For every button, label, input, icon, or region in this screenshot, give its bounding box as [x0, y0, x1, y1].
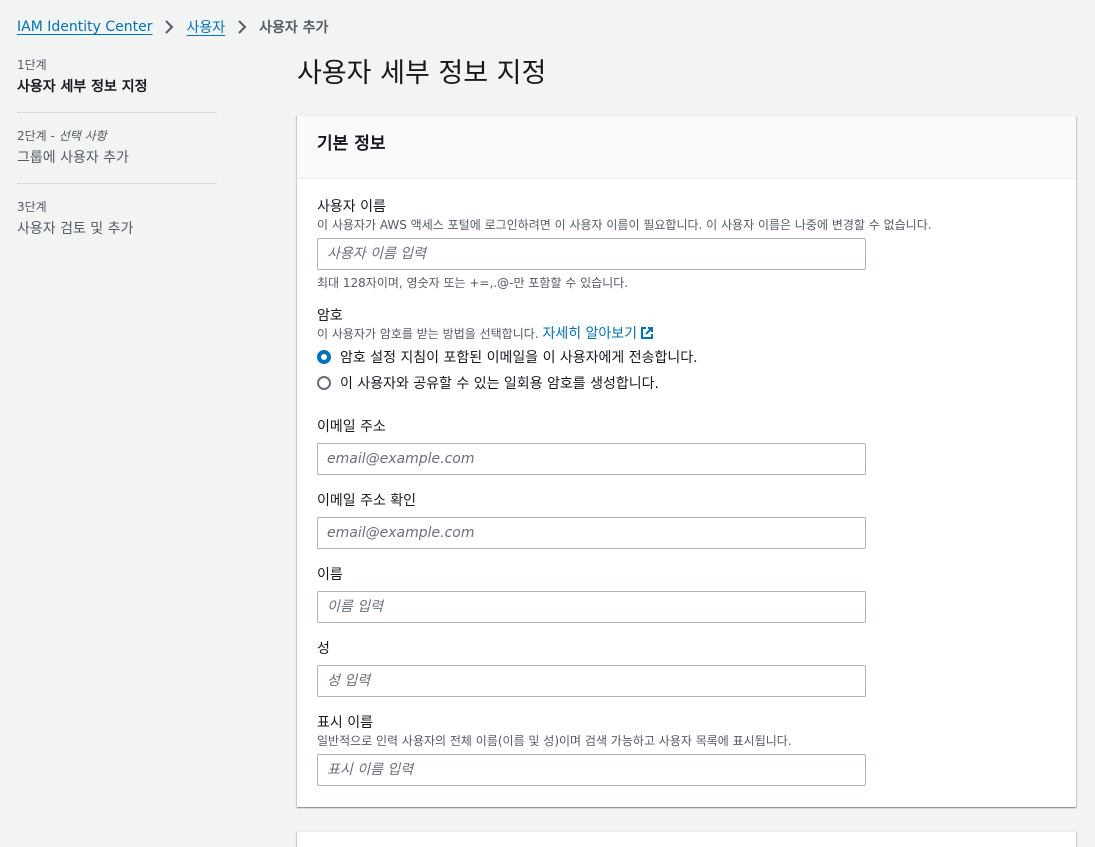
chevron-right-icon — [152, 19, 186, 35]
username-description: 이 사용자가 AWS 액세스 포털에 로그인하려면 이 사용자 이름이 필요합니… — [317, 218, 932, 232]
page: IAM Identity Center 사용자 사용자 추가 1단계 사용자 세… — [0, 0, 1095, 847]
breadcrumb-link-users[interactable]: 사용자 — [186, 17, 225, 37]
wizard-step-3[interactable]: 3단계 사용자 검토 및 추가 — [17, 183, 217, 254]
section-title: 기본 정보 — [317, 134, 386, 154]
password-label: 암호 — [317, 308, 343, 324]
radio-button-unchecked[interactable] — [317, 376, 331, 390]
step-title: 사용자 세부 정보 지정 — [17, 79, 148, 95]
email-label: 이메일 주소 — [317, 419, 386, 435]
password-option-one-time[interactable]: 이 사용자와 공유할 수 있는 일회용 암호를 생성합니다. — [317, 370, 1017, 396]
username-label: 사용자 이름 — [317, 199, 386, 215]
display-name-input[interactable] — [317, 754, 866, 786]
email-confirm-input[interactable] — [317, 517, 866, 549]
wizard-step-1: 1단계 사용자 세부 정보 지정 — [17, 56, 217, 112]
username-input[interactable] — [317, 238, 866, 270]
container-header: 기본 정보 — [297, 116, 1076, 179]
chevron-right-icon — [225, 19, 259, 35]
external-link-icon — [641, 327, 654, 339]
step-title: 사용자 검토 및 추가 — [17, 221, 134, 237]
display-name-label: 표시 이름 — [317, 715, 373, 731]
email-input[interactable] — [317, 443, 866, 475]
email-field: 이메일 주소 — [317, 417, 1017, 475]
first-name-field: 이름 — [317, 565, 1017, 623]
breadcrumb: IAM Identity Center 사용자 사용자 추가 — [17, 15, 328, 39]
password-radio-group: 암호 설정 지침이 포함된 이메일을 이 사용자에게 전송합니다. 이 사용자와… — [317, 344, 1017, 396]
first-name-label: 이름 — [317, 567, 343, 583]
basic-info-container: 기본 정보 사용자 이름 이 사용자가 AWS 액세스 포털에 로그인하려면 이… — [297, 115, 1076, 807]
username-constraint: 최대 128자이며, 영숫자 또는 +=,.@-만 포함할 수 있습니다. — [317, 276, 629, 290]
page-title: 사용자 세부 정보 지정 — [297, 58, 547, 89]
step-number: 2단계 - 선택 사항 — [17, 129, 107, 143]
email-confirm-field: 이메일 주소 확인 — [317, 491, 1017, 549]
display-name-field: 표시 이름 일반적으로 인력 사용자의 전체 이름(이름 및 성)이며 검색 가… — [317, 713, 1017, 786]
learn-more-link[interactable]: 자세히 알아보기 — [542, 326, 654, 342]
password-description: 이 사용자가 암호를 받는 방법을 선택합니다. 자세히 알아보기 — [317, 326, 1017, 342]
wizard-steps: 1단계 사용자 세부 정보 지정 2단계 - 선택 사항 그룹에 사용자 추가 … — [17, 56, 217, 254]
step-optional-label: 선택 사항 — [58, 129, 107, 143]
password-field: 암호 이 사용자가 암호를 받는 방법을 선택합니다. 자세히 알아보기 암호 … — [317, 306, 1017, 396]
username-field: 사용자 이름 이 사용자가 AWS 액세스 포털에 로그인하려면 이 사용자 이… — [317, 197, 1017, 291]
breadcrumb-current: 사용자 추가 — [259, 20, 329, 36]
last-name-label: 성 — [317, 641, 330, 657]
last-name-input[interactable] — [317, 665, 866, 697]
breadcrumb-link-iam-identity-center[interactable]: IAM Identity Center — [17, 19, 152, 35]
email-confirm-label: 이메일 주소 확인 — [317, 493, 417, 509]
step-number: 1단계 — [17, 58, 47, 72]
next-container — [297, 831, 1076, 847]
last-name-field: 성 — [317, 639, 1017, 697]
wizard-step-2[interactable]: 2단계 - 선택 사항 그룹에 사용자 추가 — [17, 112, 217, 183]
step-number: 3단계 — [17, 200, 47, 214]
step-title: 그룹에 사용자 추가 — [17, 150, 129, 166]
first-name-input[interactable] — [317, 591, 866, 623]
radio-button-checked[interactable] — [317, 350, 331, 364]
display-name-description: 일반적으로 인력 사용자의 전체 이름(이름 및 성)이며 검색 가능하고 사용… — [317, 734, 792, 748]
password-option-email[interactable]: 암호 설정 지침이 포함된 이메일을 이 사용자에게 전송합니다. — [317, 344, 1017, 370]
